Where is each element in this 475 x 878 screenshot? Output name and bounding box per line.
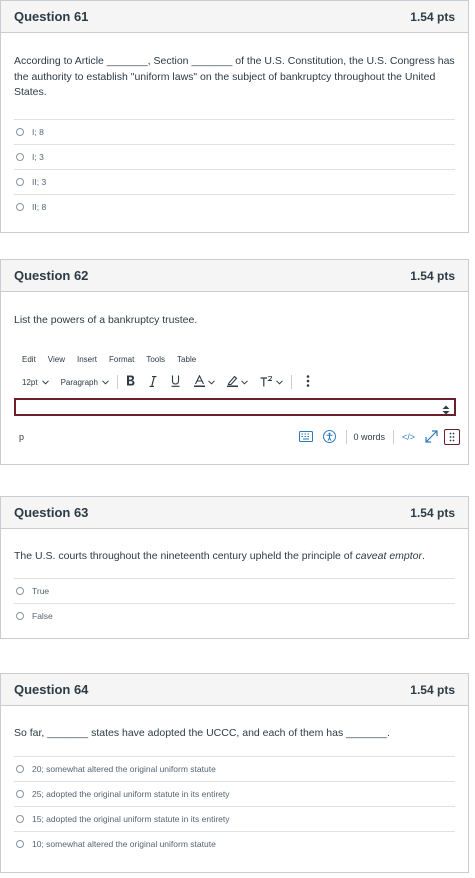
expand-icon[interactable] [425, 429, 438, 445]
question-text-start: The U.S. courts throughout the nineteent… [14, 550, 356, 562]
html-editor-toggle[interactable]: </> [402, 432, 415, 442]
superscript-button[interactable] [260, 375, 283, 389]
question-63-card: Question 63 1.54 pts The U.S. courts thr… [0, 496, 469, 639]
editor-statusbar: p 0 words </> [14, 428, 460, 446]
radio-button[interactable] [16, 127, 24, 136]
question-text: According to Article _______, Section __… [14, 55, 455, 98]
answer-option[interactable]: 15; adopted the original uniform statute… [14, 805, 455, 831]
radio-button[interactable] [16, 814, 24, 823]
menu-table[interactable]: Table [177, 355, 196, 364]
drag-handle-icon[interactable] [444, 429, 460, 445]
radio-button[interactable] [16, 764, 24, 773]
answer-label: I; 3 [32, 151, 44, 162]
answer-option[interactable]: 20; somewhat altered the original unifor… [14, 755, 455, 781]
font-size-select[interactable]: 12pt [22, 378, 49, 387]
underline-icon[interactable] [171, 375, 180, 389]
answer-label: 25; adopted the original uniform statute… [32, 788, 230, 799]
toolbar-divider [290, 375, 292, 389]
editor-menubar: Edit View Insert Format Tools Table [22, 355, 196, 364]
radio-button[interactable] [16, 789, 24, 798]
element-path[interactable]: p [19, 432, 24, 442]
question-header: Question 62 1.54 pts [1, 260, 468, 292]
chevron-down-icon [102, 378, 109, 387]
block-format-select[interactable]: Paragraph [61, 378, 109, 387]
resize-handle-icon[interactable] [442, 402, 450, 420]
question-header: Question 64 1.54 pts [1, 674, 468, 706]
answer-list: True False [14, 577, 455, 628]
menu-tools[interactable]: Tools [146, 355, 165, 364]
font-size-value: 12pt [22, 377, 38, 387]
radio-button[interactable] [16, 839, 24, 848]
answer-label: 10; somewhat altered the original unifor… [32, 838, 216, 849]
chevron-down-icon [241, 378, 248, 387]
answer-list: I; 8 I; 3 II; 3 II; 8 [14, 118, 455, 219]
answer-option[interactable]: 25; adopted the original uniform statute… [14, 780, 455, 806]
toolbar-divider [116, 375, 118, 389]
highlighter-icon [226, 375, 238, 389]
answer-editor[interactable] [14, 398, 456, 416]
statusbar-divider [346, 430, 348, 444]
answer-option[interactable]: False [14, 602, 455, 628]
question-64-card: Question 64 1.54 pts So far, _______ sta… [0, 673, 469, 873]
answer-option[interactable]: True [14, 577, 455, 603]
answer-option[interactable]: II; 3 [14, 168, 455, 194]
radio-button[interactable] [16, 202, 24, 211]
statusbar-divider [392, 430, 394, 444]
more-vertical-icon[interactable] [306, 375, 310, 389]
question-title: Question 64 [14, 682, 89, 697]
answer-label: I; 8 [32, 126, 44, 137]
menu-view[interactable]: View [48, 355, 65, 364]
answer-option[interactable]: I; 3 [14, 143, 455, 169]
menu-format[interactable]: Format [109, 355, 134, 364]
highlight-color-button[interactable] [226, 375, 248, 389]
text-color-icon [193, 374, 205, 389]
word-count: 0 words [353, 432, 385, 442]
question-text: List the powers of a bankruptcy trustee. [14, 314, 198, 326]
italic-icon[interactable] [149, 375, 157, 389]
text-color-button[interactable] [193, 374, 215, 389]
answer-label: True [32, 585, 50, 596]
question-points: 1.54 pts [410, 505, 455, 520]
question-title: Question 62 [14, 268, 89, 283]
question-text: So far, _______ states have adopted the … [14, 727, 390, 739]
question-text: The U.S. courts throughout the nineteent… [1, 549, 468, 565]
answer-option[interactable]: II; 8 [14, 193, 455, 219]
radio-button[interactable] [16, 586, 24, 595]
answer-label: II; 3 [32, 176, 47, 187]
question-title: Question 63 [14, 505, 89, 520]
answer-label: 15; adopted the original uniform statute… [32, 813, 230, 824]
question-header: Question 63 1.54 pts [1, 497, 468, 529]
superscript-icon [260, 375, 273, 389]
answer-label: 20; somewhat altered the original unifor… [32, 763, 216, 774]
block-format-value: Paragraph [60, 377, 98, 387]
accessibility-icon[interactable] [323, 429, 337, 445]
question-title: Question 61 [14, 9, 89, 24]
question-61-card: Question 61 1.54 pts According to Articl… [0, 0, 469, 233]
radio-button[interactable] [16, 611, 24, 620]
keyboard-icon[interactable] [299, 430, 314, 444]
question-text-italic: caveat emptor [355, 550, 423, 562]
answer-list: 20; somewhat altered the original unifor… [14, 755, 455, 856]
question-points: 1.54 pts [410, 682, 455, 697]
answer-label: II; 8 [32, 201, 47, 212]
editor-toolbar: 12pt Paragraph [22, 374, 310, 390]
radio-button[interactable] [16, 177, 24, 186]
answer-option[interactable]: I; 8 [14, 118, 455, 144]
chevron-down-icon [41, 378, 49, 387]
answer-label: False [32, 610, 53, 621]
menu-edit[interactable]: Edit [22, 355, 36, 364]
question-points: 1.54 pts [410, 9, 455, 24]
question-header: Question 61 1.54 pts [1, 1, 468, 33]
question-points: 1.54 pts [410, 268, 455, 283]
radio-button[interactable] [16, 152, 24, 161]
chevron-down-icon [208, 378, 215, 387]
bold-icon[interactable] [126, 375, 135, 389]
menu-insert[interactable]: Insert [77, 355, 97, 364]
question-text-end: . [422, 550, 425, 562]
chevron-down-icon [276, 378, 283, 387]
answer-option[interactable]: 10; somewhat altered the original unifor… [14, 830, 455, 856]
